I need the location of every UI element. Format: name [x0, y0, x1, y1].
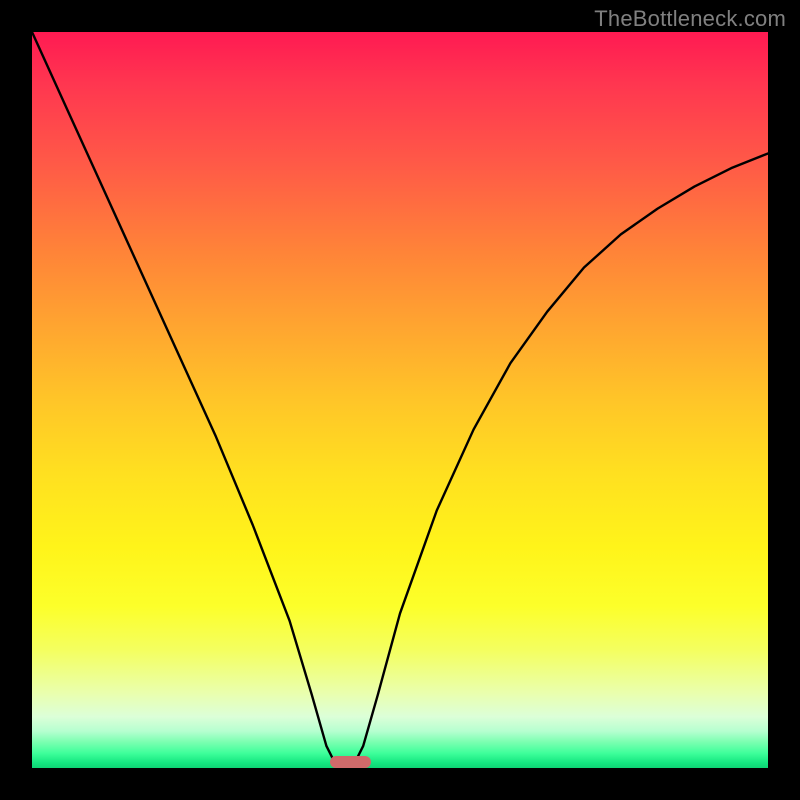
optimal-region-marker — [330, 756, 370, 768]
watermark-text: TheBottleneck.com — [594, 6, 786, 32]
plot-area — [32, 32, 768, 768]
bottleneck-curve — [32, 32, 768, 768]
chart-frame: TheBottleneck.com — [0, 0, 800, 800]
